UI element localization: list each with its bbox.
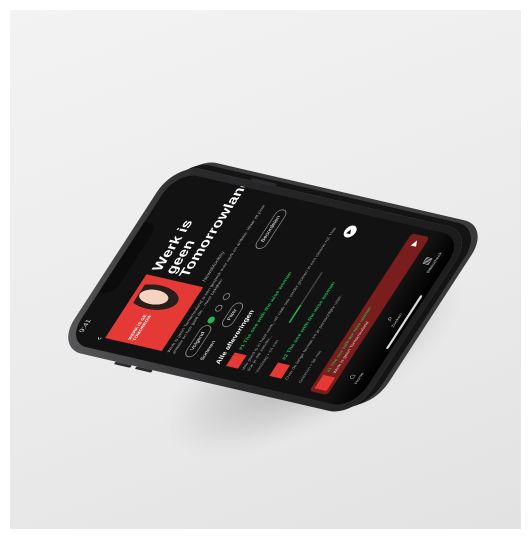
play-icon[interactable]: ▶ [409,239,421,247]
notification-icon[interactable] [206,315,217,325]
podcast-cover: WERK IS GEEN TOMORROWLAND [105,274,204,352]
more-icon[interactable] [221,292,232,301]
host-portrait [128,276,200,322]
back-chevron-icon[interactable]: ‹ [92,336,105,342]
status-time: 9:41 [77,318,93,334]
share-icon[interactable] [213,304,224,313]
mini-player-thumbnail [314,374,336,391]
